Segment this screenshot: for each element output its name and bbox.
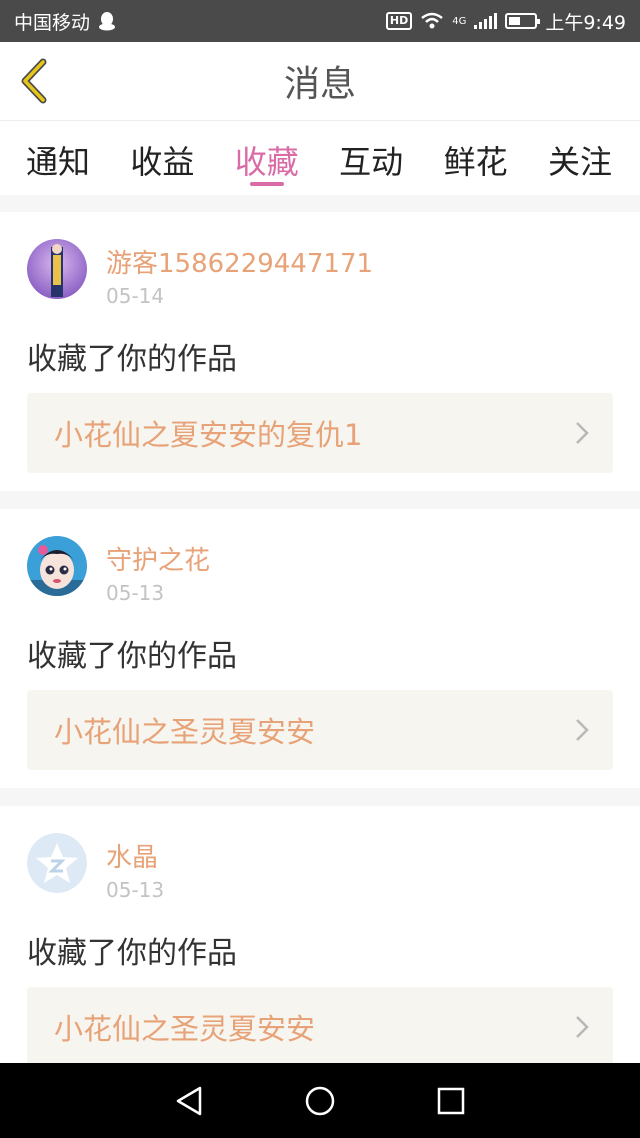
network-label: 4G bbox=[452, 15, 467, 27]
back-triangle-icon[interactable] bbox=[174, 1085, 204, 1117]
username[interactable]: 水晶 bbox=[106, 837, 158, 874]
carrier-label: 中国移动 bbox=[14, 11, 91, 34]
timestamp: 05-13 bbox=[106, 878, 165, 902]
home-circle-icon[interactable] bbox=[304, 1085, 336, 1117]
chevron-right-icon bbox=[576, 719, 589, 741]
username[interactable]: 游客1586229447171 bbox=[106, 243, 373, 280]
tab-bar: 通知 收益 收藏 互动 鲜花 关注 bbox=[0, 120, 640, 195]
timestamp: 05-14 bbox=[106, 284, 165, 308]
avatar[interactable] bbox=[27, 833, 87, 893]
tab-flowers[interactable]: 鲜花 bbox=[444, 121, 508, 195]
work-link[interactable]: 小花仙之圣灵夏安安 bbox=[27, 987, 613, 1063]
page-title: 消息 bbox=[283, 64, 356, 105]
back-button[interactable] bbox=[14, 56, 54, 106]
action-text: 收藏了你的作品 bbox=[27, 936, 237, 971]
status-bar: 中国移动 HD 4G 上午9:49 bbox=[0, 0, 640, 42]
wifi-icon bbox=[421, 12, 443, 29]
tab-earnings[interactable]: 收益 bbox=[130, 121, 194, 195]
list-item: 游客1586229447171 05-14 收藏了你的作品 小花仙之夏安安的复仇… bbox=[0, 212, 640, 491]
message-list: 游客1586229447171 05-14 收藏了你的作品 小花仙之夏安安的复仇… bbox=[0, 195, 640, 1063]
recents-square-icon[interactable] bbox=[436, 1086, 466, 1116]
back-arrow-icon bbox=[21, 58, 47, 104]
list-item: 守护之花 05-13 收藏了你的作品 小花仙之圣灵夏安安 bbox=[0, 509, 640, 788]
action-text: 收藏了你的作品 bbox=[27, 639, 237, 674]
chevron-right-icon bbox=[576, 422, 589, 444]
work-link[interactable]: 小花仙之夏安安的复仇1 bbox=[27, 393, 613, 473]
qq-icon bbox=[99, 12, 116, 31]
avatar-purple-figure-icon bbox=[27, 239, 87, 299]
system-nav-bar bbox=[0, 1063, 640, 1138]
chevron-right-icon bbox=[576, 1016, 589, 1038]
action-text: 收藏了你的作品 bbox=[27, 342, 237, 377]
signal-icon bbox=[474, 13, 498, 29]
work-title: 小花仙之夏安安的复仇1 bbox=[54, 418, 363, 452]
work-link[interactable]: 小花仙之圣灵夏安安 bbox=[27, 690, 613, 770]
tab-following[interactable]: 关注 bbox=[548, 121, 612, 195]
avatar[interactable] bbox=[27, 536, 87, 596]
clock: 上午9:49 bbox=[545, 11, 626, 34]
list-item: 水晶 05-13 收藏了你的作品 小花仙之圣灵夏安安 bbox=[0, 806, 640, 1063]
hd-badge: HD bbox=[385, 12, 413, 30]
tab-interactions[interactable]: 互动 bbox=[339, 121, 403, 195]
timestamp: 05-13 bbox=[106, 581, 165, 605]
username[interactable]: 守护之花 bbox=[106, 540, 210, 577]
tab-favorites[interactable]: 收藏 bbox=[235, 121, 299, 195]
avatar-cartoon-girl-icon bbox=[27, 536, 87, 596]
tab-notifications[interactable]: 通知 bbox=[26, 121, 90, 195]
avatar[interactable] bbox=[27, 239, 87, 299]
battery-icon bbox=[505, 13, 541, 29]
work-title: 小花仙之圣灵夏安安 bbox=[54, 1012, 316, 1046]
avatar-qzone-default-icon bbox=[27, 833, 87, 893]
work-title: 小花仙之圣灵夏安安 bbox=[54, 715, 316, 749]
app-header: 消息 bbox=[0, 42, 640, 120]
